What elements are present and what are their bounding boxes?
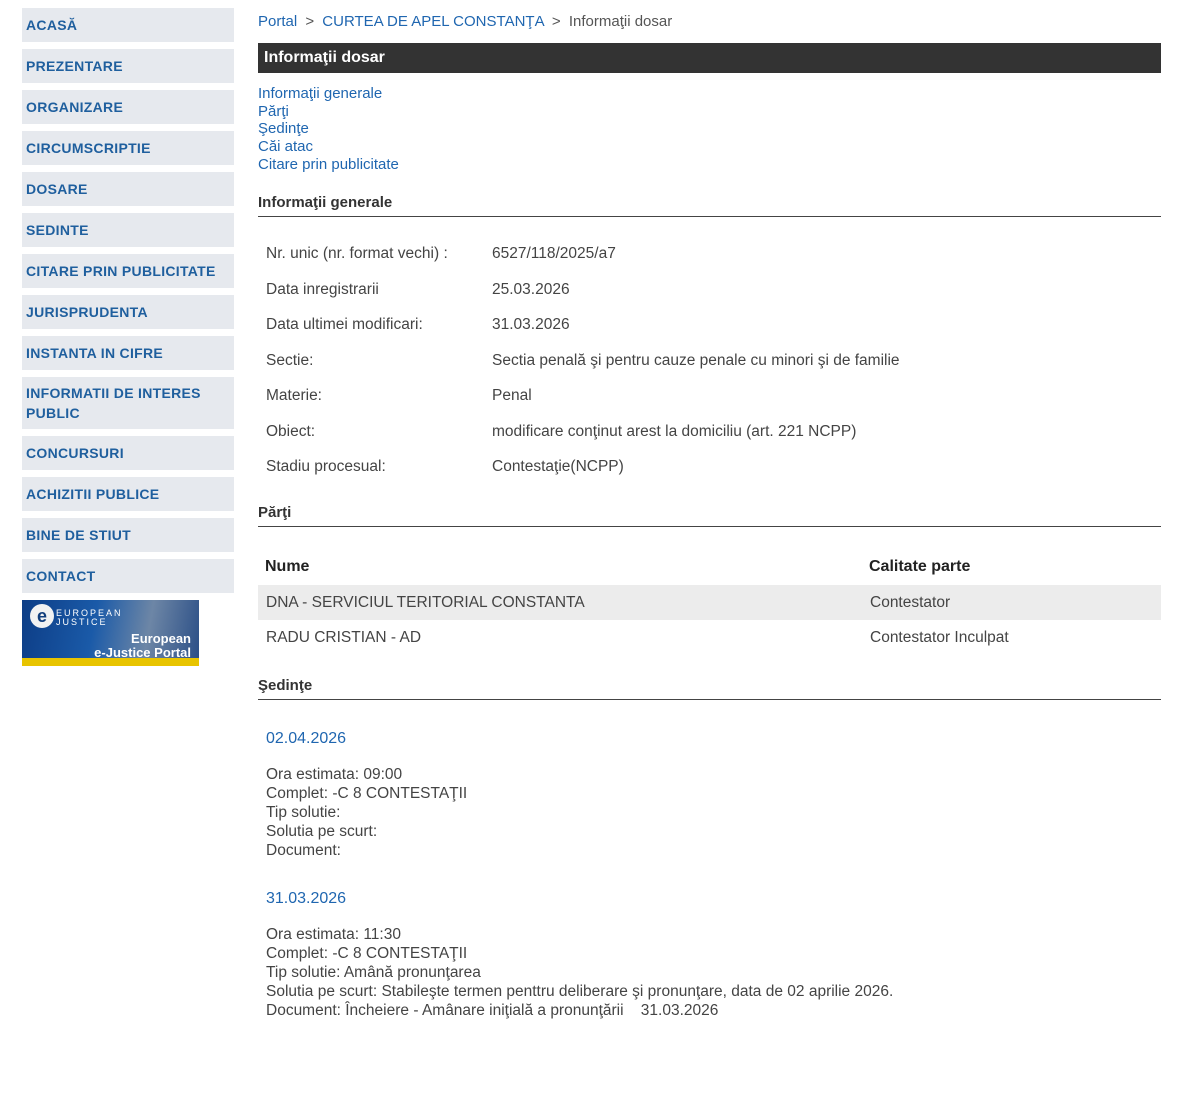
nav-item-informatii-de-interes-public[interactable]: INFORMATII DE INTERES PUBLIC (22, 377, 234, 429)
hearing-document: Document: Încheiere - Amânare iniţială a… (266, 1002, 719, 1020)
section-anchor-links: Informaţii generale Părţi Şedinţe Căi at… (258, 85, 1161, 174)
hearing-item: 31.03.2026 Ora estimata: 11:30 Complet: … (266, 890, 1161, 1020)
hearing-details: Ora estimata: 11:30 Complet: -C 8 CONTES… (266, 925, 1161, 1020)
nav-item-prezentare[interactable]: PREZENTARE (22, 49, 234, 83)
page-title: Informaţii dosar (258, 43, 1161, 73)
anchor-informatii-generale[interactable]: Informaţii generale (258, 85, 1161, 103)
info-row: Materie: Penal (266, 379, 1161, 415)
ejustice-stripe (22, 658, 199, 666)
hearing-solution-type: Tip solutie: Amână pronunţarea (266, 964, 481, 982)
party-role: Contestator (870, 593, 951, 611)
info-value: Sectia penală şi pentru cauze penale cu … (492, 351, 900, 369)
section-heading-sedinte: Şedinţe (258, 677, 1161, 701)
hearing-time: Ora estimata: 11:30 (266, 926, 401, 944)
nav-item-concursuri[interactable]: CONCURSURI (22, 436, 234, 470)
anchor-citare-prin-publicitate[interactable]: Citare prin publicitate (258, 156, 1161, 174)
nav-item-citare-prin-publicitate[interactable]: CITARE PRIN PUBLICITATE (22, 254, 234, 288)
ejustice-portal-text: European e-Justice Portal (94, 631, 191, 660)
breadcrumb: Portal > CURTEA DE APEL CONSTANŢA > Info… (258, 13, 1161, 33)
section-heading-informatii-generale: Informaţii generale (258, 194, 1161, 217)
breadcrumb-court-link[interactable]: CURTEA DE APEL CONSTANŢA (322, 13, 543, 30)
info-label: Data ultimei modificari: (266, 316, 423, 334)
hearing-panel: Complet: -C 8 CONTESTAŢII (266, 785, 468, 803)
info-value: 25.03.2026 (492, 280, 570, 298)
info-value: modificare conţinut arest la domiciliu (… (492, 422, 857, 440)
info-label: Nr. unic (nr. format vechi) : (266, 245, 448, 263)
parti-table: Nume Calitate parte DNA - SERVICIUL TERI… (258, 555, 1161, 655)
breadcrumb-portal-link[interactable]: Portal (258, 13, 297, 30)
nav-item-acasa[interactable]: ACASĂ (22, 8, 234, 42)
party-role: Contestator Inculpat (870, 628, 1009, 646)
nav-item-instanta-in-cifre[interactable]: INSTANTA IN CIFRE (22, 336, 234, 370)
anchor-parti[interactable]: Părţi (258, 103, 1161, 121)
hearing-solution-type: Tip solutie: (266, 804, 341, 822)
nav-item-achizitii-publice[interactable]: ACHIZITII PUBLICE (22, 477, 234, 511)
anchor-cai-atac[interactable]: Căi atac (258, 138, 1161, 156)
hearing-date: 02.04.2026 (266, 730, 347, 748)
section-heading-parti: Părţi (258, 504, 1161, 528)
party-name: DNA - SERVICIUL TERITORIAL CONSTANTA (266, 593, 585, 611)
info-row: Data ultimei modificari: 31.03.2026 (266, 308, 1161, 344)
info-label: Sectie: (266, 351, 314, 369)
column-header-calitate: Calitate parte (869, 558, 971, 576)
info-value: 31.03.2026 (492, 316, 570, 334)
info-row: Data inregistrarii 25.03.2026 (266, 272, 1161, 308)
column-header-nume: Nume (265, 558, 310, 576)
hearing-solution-summary: Solutia pe scurt: (266, 823, 378, 841)
hearing-document: Document: (266, 842, 341, 860)
nav-item-bine-de-stiut[interactable]: BINE DE STIUT (22, 518, 234, 552)
info-value: 6527/118/2025/a7 (492, 245, 616, 263)
hearing-panel: Complet: -C 8 CONTESTAŢII (266, 945, 468, 963)
ejustice-logo-icon: e (30, 604, 54, 628)
nav-item-sedinte[interactable]: SEDINTE (22, 213, 234, 247)
info-label: Obiect: (266, 422, 316, 440)
hearing-date: 31.03.2026 (266, 890, 347, 908)
info-row: Nr. unic (nr. format vechi) : 6527/118/20… (266, 237, 1161, 273)
hearing-time: Ora estimata: 09:00 (266, 766, 403, 784)
ejustice-portal-banner[interactable]: e EUROPEAN JUSTICE European e-Justice Port… (22, 600, 199, 666)
table-row: DNA - SERVICIUL TERITORIAL CONSTANTA Con… (258, 585, 1161, 621)
breadcrumb-separator: > (305, 13, 315, 30)
nav-item-organizare[interactable]: ORGANIZARE (22, 90, 234, 124)
info-label: Materie: (266, 387, 322, 405)
hearing-item: 02.04.2026 Ora estimata: 09:00 Complet: … (266, 730, 1161, 860)
ejustice-small-text: EUROPEAN JUSTICE (56, 608, 123, 627)
hearing-details: Ora estimata: 09:00 Complet: -C 8 CONTES… (266, 765, 1161, 860)
nav-item-circumscriptie[interactable]: CIRCUMSCRIPTIE (22, 131, 234, 165)
info-value: Penal (492, 387, 532, 405)
nav-item-jurisprudenta[interactable]: JURISPRUDENTA (22, 295, 234, 329)
breadcrumb-current: Informaţii dosar (568, 13, 673, 30)
anchor-sedinte[interactable]: Şedinţe (258, 120, 1161, 138)
breadcrumb-separator: > (551, 13, 561, 30)
general-info-table: Nr. unic (nr. format vechi) : 6527/118/20… (266, 237, 1161, 486)
main-content: Portal > CURTEA DE APEL CONSTANŢA > Info… (258, 0, 1161, 1020)
parti-table-header: Nume Calitate parte (258, 555, 1161, 579)
nav-item-contact[interactable]: CONTACT (22, 559, 234, 593)
nav-item-dosare[interactable]: DOSARE (22, 172, 234, 206)
sidebar-nav: ACASĂ PREZENTARE ORGANIZARE CIRCUMSCRIPT… (22, 8, 234, 666)
info-row: Stadiu procesual: Contestaţie(NCPP) (266, 450, 1161, 486)
info-label: Stadiu procesual: (266, 458, 386, 476)
table-row: RADU CRISTIAN - AD Contestator Inculpat (258, 620, 1161, 655)
info-value: Contestaţie(NCPP) (492, 458, 624, 476)
info-label: Data inregistrarii (266, 280, 379, 298)
info-row: Sectie: Sectia penală şi pentru cauze pen… (266, 343, 1161, 379)
party-name: RADU CRISTIAN - AD (266, 628, 422, 646)
info-row: Obiect: modificare conţinut arest la domi… (266, 414, 1161, 450)
hearing-solution-summary: Solutia pe scurt: Stabileşte termen pent… (266, 983, 894, 1001)
